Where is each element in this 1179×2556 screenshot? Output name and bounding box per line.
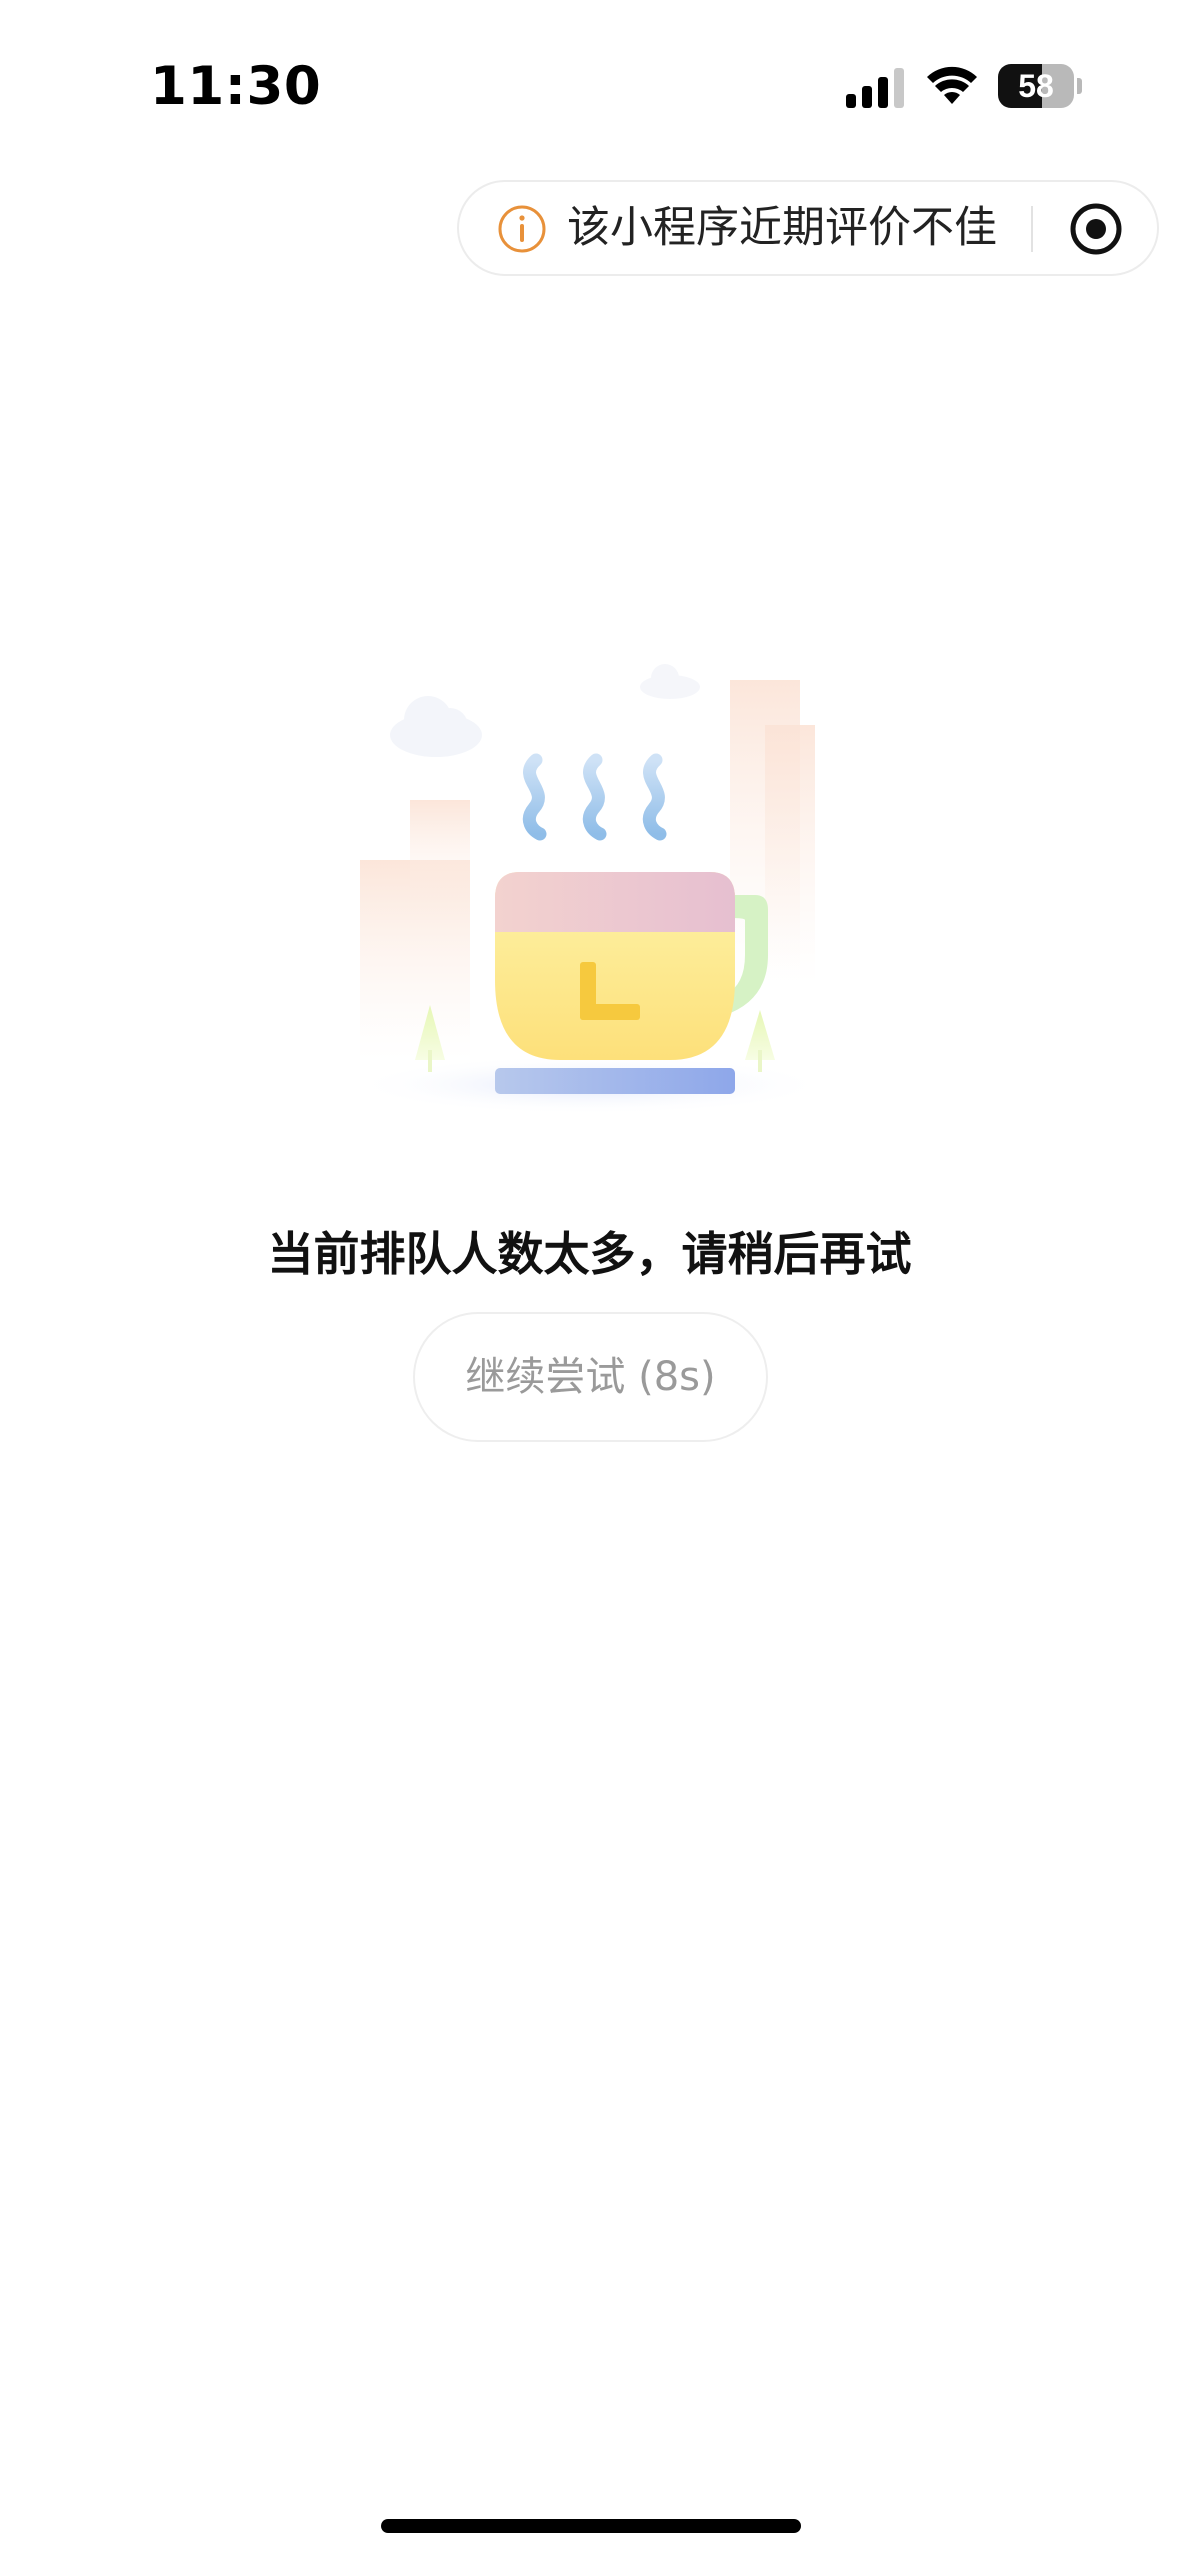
battery-icon: 58 [998, 64, 1082, 108]
queue-busy-message: 当前排队人数太多，请稍后再试 [267, 1227, 912, 1281]
cellular-signal-icon [846, 68, 904, 108]
status-time: 11:30 [150, 56, 322, 117]
battery-cap [1077, 78, 1082, 94]
retry-button[interactable]: 继续尝试 (8s) [413, 1312, 768, 1442]
home-indicator[interactable] [381, 2519, 801, 2533]
target-circle-icon[interactable] [1069, 202, 1123, 256]
info-warning-icon[interactable] [497, 204, 547, 254]
wifi-icon [927, 66, 977, 104]
page: 11:30 58 该小程序近期评价不佳 当前排队人数太多，请稍后再试 继续尝试 … [0, 0, 1179, 2556]
battery-level: 58 [1018, 68, 1054, 104]
coffee-cup-illustration [350, 664, 830, 1115]
mini-program-capsule: 该小程序近期评价不佳 [457, 180, 1159, 276]
capsule-divider [1031, 206, 1033, 252]
rating-notice[interactable]: 该小程序近期评价不佳 [567, 182, 997, 274]
